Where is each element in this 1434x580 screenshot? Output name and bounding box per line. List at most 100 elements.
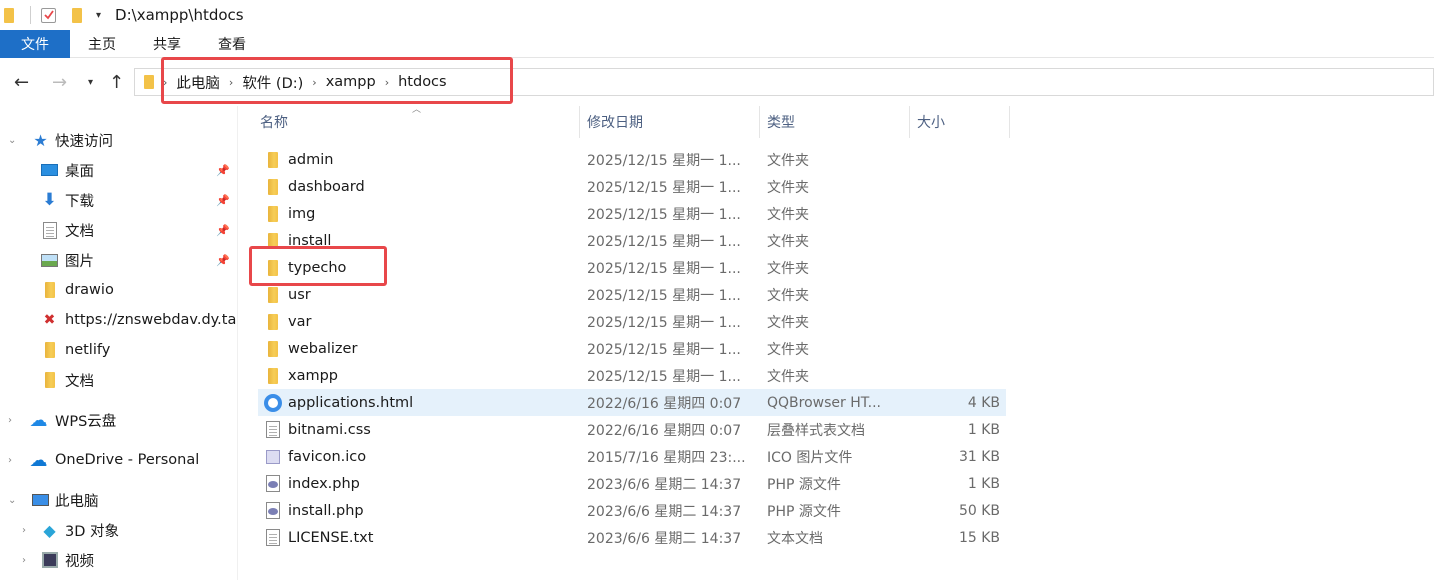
toolbar-divider: [30, 6, 31, 24]
file-name: applications.html: [288, 394, 414, 411]
folder-icon: [264, 205, 282, 223]
pin-icon[interactable]: 📌: [216, 224, 230, 237]
table-row[interactable]: typecho 2025/12/15 星期一 1... 文件夹: [258, 254, 1006, 281]
folder-icon: [264, 367, 282, 385]
chevron-down-icon[interactable]: ⌄: [8, 135, 16, 146]
nav-label: https://znswebdav.dy.ta: [65, 312, 237, 328]
tab-share[interactable]: 共享: [152, 30, 182, 58]
css-file-icon: [264, 421, 282, 439]
chevron-right-icon[interactable]: ›: [22, 555, 26, 566]
table-row[interactable]: var 2025/12/15 星期一 1... 文件夹: [258, 308, 1006, 335]
recent-locations-chevron-icon[interactable]: ▾: [88, 77, 93, 88]
file-size: 1 KB: [967, 421, 1000, 438]
nav-wps-cloud[interactable]: › ☁ WPS云盘: [0, 405, 237, 435]
chevron-right-icon[interactable]: ›: [8, 415, 12, 426]
document-icon: [41, 221, 58, 239]
text-file-icon: [264, 529, 282, 547]
table-row[interactable]: index.php 2023/6/6 星期二 14:37 PHP 源文件 1 KB: [258, 470, 1006, 497]
file-date: 2025/12/15 星期一 1...: [587, 341, 741, 358]
column-name[interactable]: 名称: [252, 106, 580, 138]
nav-drawio[interactable]: drawio: [0, 275, 237, 305]
nav-label: netlify: [65, 342, 111, 358]
nav-quick-access[interactable]: ⌄ ★ 快速访问: [0, 125, 237, 155]
navigation-pane: ⌄ ★ 快速访问 桌面 📌 ⬇ 下载 📌 文档 📌 图片 📌 drawio ✖ …: [0, 106, 238, 580]
nav-onedrive[interactable]: › ☁ OneDrive - Personal: [0, 445, 237, 475]
nav-downloads[interactable]: ⬇ 下载 📌: [0, 185, 237, 215]
pin-icon[interactable]: 📌: [216, 254, 230, 267]
nav-documents-folder[interactable]: 文档: [0, 365, 237, 395]
pin-icon[interactable]: 📌: [216, 164, 230, 177]
breadcrumb-xampp[interactable]: xampp: [326, 74, 376, 90]
file-name: LICENSE.txt: [288, 529, 374, 546]
breadcrumb-drive-d[interactable]: 软件 (D:): [242, 72, 303, 93]
chevron-right-icon[interactable]: ›: [229, 76, 233, 89]
nav-videos[interactable]: › 视频: [0, 545, 237, 575]
table-row[interactable]: admin 2025/12/15 星期一 1... 文件夹: [258, 146, 1006, 173]
chevron-right-icon[interactable]: ›: [22, 525, 26, 536]
file-name: install: [288, 232, 332, 249]
back-arrow-icon[interactable]: ←: [14, 72, 29, 93]
table-row[interactable]: usr 2025/12/15 星期一 1... 文件夹: [258, 281, 1006, 308]
file-name: img: [288, 205, 316, 222]
address-bar[interactable]: › 此电脑 › 软件 (D:) › xampp › htdocs: [134, 68, 1434, 96]
tab-view[interactable]: 查看: [217, 30, 247, 58]
column-divider[interactable]: [1009, 106, 1010, 138]
table-row[interactable]: install.php 2023/6/6 星期二 14:37 PHP 源文件 50 K…: [258, 497, 1006, 524]
column-type[interactable]: 类型: [759, 106, 909, 138]
file-type: 文件夹: [767, 341, 809, 358]
column-size[interactable]: 大小: [909, 106, 1009, 138]
ribbon-tabs: 文件 主页 共享 查看: [0, 30, 1434, 58]
file-type: 文件夹: [767, 152, 809, 169]
file-date: 2025/12/15 星期一 1...: [587, 152, 741, 169]
new-folder-icon[interactable]: [72, 7, 82, 23]
nav-netlify[interactable]: netlify: [0, 335, 237, 365]
file-name: var: [288, 313, 312, 330]
table-row[interactable]: favicon.ico 2015/7/16 星期四 23:... ICO 图片文件 3…: [258, 443, 1006, 470]
star-icon: ★: [33, 130, 48, 150]
column-date[interactable]: 修改日期: [579, 106, 759, 138]
file-type: 文件夹: [767, 260, 809, 277]
php-file-icon: [264, 502, 282, 520]
tab-home[interactable]: 主页: [87, 30, 117, 58]
properties-icon[interactable]: [41, 7, 56, 23]
forward-arrow-icon[interactable]: →: [52, 72, 67, 93]
chevron-right-icon[interactable]: ›: [385, 76, 389, 89]
folder-icon: [264, 232, 282, 250]
nav-3d-objects[interactable]: › ◆ 3D 对象: [0, 515, 237, 545]
table-row[interactable]: img 2025/12/15 星期一 1... 文件夹: [258, 200, 1006, 227]
file-type: 层叠样式表文档: [767, 422, 865, 439]
nav-webdav[interactable]: ✖ https://znswebdav.dy.ta: [0, 305, 237, 335]
folder-icon: [264, 259, 282, 277]
file-date: 2022/6/16 星期四 0:07: [587, 395, 742, 412]
pictures-icon: [41, 252, 58, 269]
nav-desktop[interactable]: 桌面 📌: [0, 155, 237, 185]
file-name: xampp: [288, 367, 338, 384]
table-row[interactable]: install 2025/12/15 星期一 1... 文件夹: [258, 227, 1006, 254]
pin-icon[interactable]: 📌: [216, 194, 230, 207]
file-type: ICO 图片文件: [767, 449, 853, 466]
nav-pictures[interactable]: 图片 📌: [0, 245, 237, 275]
customize-toolbar-chevron-icon[interactable]: ▾: [96, 10, 101, 21]
navigation-row: ← → ▾ ↑ › 此电脑 › 软件 (D:) › xampp › htdocs: [0, 58, 1434, 106]
table-row[interactable]: dashboard 2025/12/15 星期一 1... 文件夹: [258, 173, 1006, 200]
table-row[interactable]: bitnami.css 2022/6/16 星期四 0:07 层叠样式表文档 1 KB: [258, 416, 1006, 443]
nav-documents[interactable]: 文档 📌: [0, 215, 237, 245]
video-icon: [41, 552, 58, 569]
breadcrumb-this-pc[interactable]: 此电脑: [176, 72, 220, 93]
folder-icon: [41, 342, 58, 359]
breadcrumb-htdocs[interactable]: htdocs: [398, 74, 446, 90]
chevron-right-icon[interactable]: ›: [312, 76, 316, 89]
chevron-right-icon[interactable]: ›: [163, 76, 167, 89]
cube-icon: ◆: [43, 520, 56, 540]
chevron-down-icon[interactable]: ⌄: [8, 495, 16, 506]
chevron-right-icon[interactable]: ›: [8, 455, 12, 466]
table-row[interactable]: applications.html 2022/6/16 星期四 0:07 QQBro…: [258, 389, 1006, 416]
table-row[interactable]: webalizer 2025/12/15 星期一 1... 文件夹: [258, 335, 1006, 362]
file-size: 4 KB: [967, 394, 1000, 411]
up-arrow-icon[interactable]: ↑: [109, 72, 124, 93]
table-row[interactable]: LICENSE.txt 2023/6/6 星期二 14:37 文本文档 15 KB: [258, 524, 1006, 551]
nav-this-pc[interactable]: ⌄ 此电脑: [0, 485, 237, 515]
folder-icon: [264, 286, 282, 304]
tab-file[interactable]: 文件: [0, 30, 70, 58]
table-row[interactable]: xampp 2025/12/15 星期一 1... 文件夹: [258, 362, 1006, 389]
